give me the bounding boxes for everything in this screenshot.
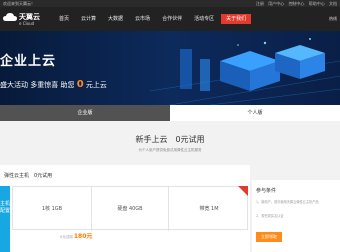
spec-disk: 硬盘 40GB	[91, 187, 169, 231]
hero-subtitle: 盛大活动 多重惊喜 助您 0 元上云	[0, 79, 107, 90]
spec-bandwidth: 带宽 1M	[199, 206, 219, 212]
edition-tabs: 企业版 个人版	[0, 105, 340, 121]
hero-sub-before: 盛大活动 多重惊喜 助您	[0, 81, 77, 89]
section-description: 为个人用户提供免费试用弹性云主机服务	[138, 148, 202, 152]
nav-item-marketplace[interactable]: 云市场	[130, 14, 155, 24]
tab-personal[interactable]: 个人版	[170, 105, 340, 121]
conditions-panel: 参与条件 1、新用户，首次使用天翼云弹性云主机产品 2、需完成实名认证 立即领取	[252, 180, 340, 252]
spec-table: 1核 1GB 硬盘 40GB 带宽 1M	[12, 186, 248, 231]
product-card: 弹性云主机 0元试用 主机配置 1核 1GB 硬盘 40GB 带宽 1M 0元试…	[0, 165, 250, 252]
hotline-text: 热线	[329, 16, 337, 21]
nav-item-about[interactable]: 关于我们	[221, 14, 252, 24]
condition-line-1: 1、新用户，首次使用天翼云弹性云主机产品	[256, 200, 319, 204]
welcome-text: 欢迎来到天翼云！	[3, 1, 35, 6]
hero-sub-after: 元上云	[83, 81, 107, 89]
top-link-docs[interactable]: 文档	[329, 1, 337, 6]
logo[interactable]: 天翼云 e Cloud	[3, 10, 43, 28]
nav-menu: 首页 云计算 大数据 云市场 合作伙伴 活动专区 关于我们	[54, 14, 253, 24]
price-row: 0元试用 180元	[60, 231, 92, 240]
product-name: 弹性云主机 0元试用	[4, 173, 53, 179]
top-link-register[interactable]: 注册	[256, 1, 264, 6]
hero-sub-highlight: 0	[76, 79, 84, 90]
top-link-help[interactable]: 帮助中心	[309, 1, 325, 6]
nav-item-home[interactable]: 首页	[54, 14, 74, 24]
top-utility-bar: 欢迎来到天翼云！ 注册 用户中心 控制中心 帮助中心 文档	[0, 0, 340, 7]
price-value: 180元	[73, 233, 93, 240]
price-label: 0元试用	[60, 235, 73, 239]
nav-item-cloud-computing[interactable]: 云计算	[76, 14, 101, 24]
nav-item-promotions[interactable]: 活动专区	[189, 14, 219, 24]
cloud-logo-icon	[3, 13, 17, 21]
nav-item-partners[interactable]: 合作伙伴	[157, 14, 187, 24]
config-side-label: 主机配置	[0, 186, 10, 252]
top-link-user-center[interactable]: 用户中心	[268, 1, 284, 6]
server-illustration	[150, 38, 340, 105]
condition-line-2: 2、需完成实名认证	[256, 214, 284, 218]
nav-item-big-data[interactable]: 大数据	[103, 14, 128, 24]
top-links: 注册 用户中心 控制中心 帮助中心 文档	[253, 0, 337, 7]
main-navbar: 天翼云 e Cloud 首页 云计算 大数据 云市场 合作伙伴 活动专区 关于我…	[0, 7, 340, 31]
section-title: 新手上云 0元试用	[135, 135, 205, 144]
logo-subtitle: e Cloud	[19, 21, 35, 26]
hero-title: 企业上云	[0, 54, 57, 69]
claim-button[interactable]: 立即领取	[256, 232, 282, 242]
conditions-title: 参与条件	[256, 188, 277, 194]
spec-cpu-memory: 1核 1GB	[41, 206, 63, 212]
top-link-console[interactable]: 控制中心	[288, 1, 304, 6]
hero-banner: 企业上云 盛大活动 多重惊喜 助您 0 元上云	[0, 31, 340, 105]
tab-enterprise[interactable]: 企业版	[0, 105, 170, 121]
